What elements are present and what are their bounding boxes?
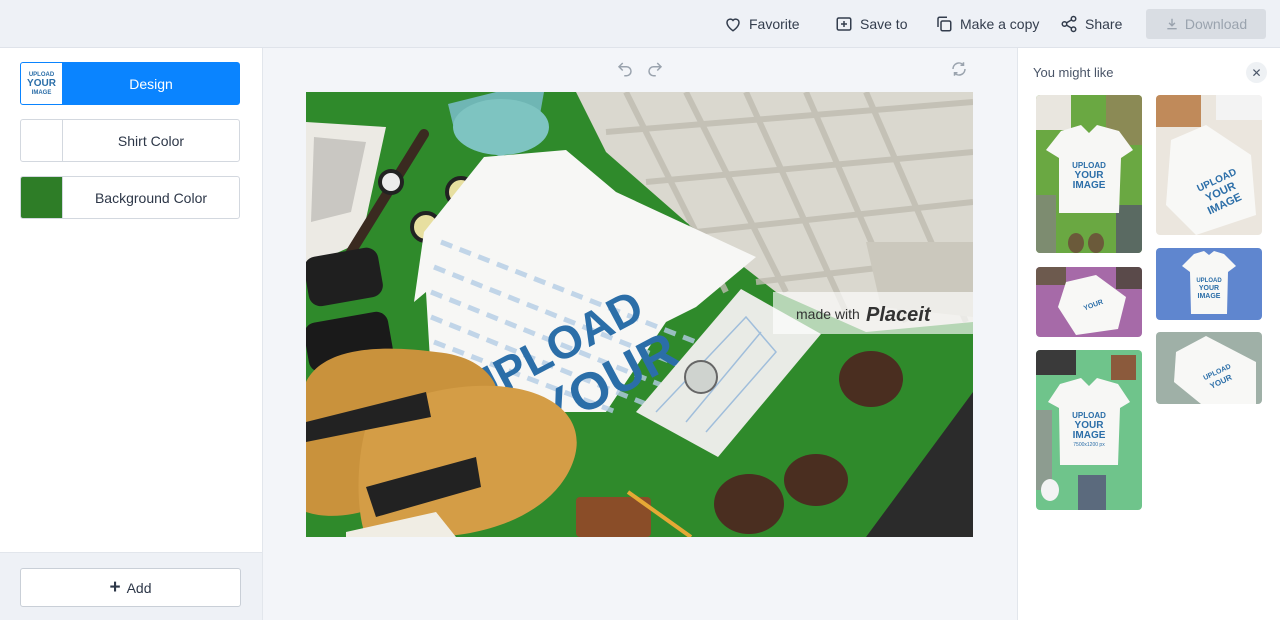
thumbnail-image: YOUR xyxy=(1036,267,1142,337)
add-button[interactable]: + Add xyxy=(20,568,241,607)
suggestion-thumbnail[interactable]: YOUR xyxy=(1036,267,1142,337)
suggestion-thumbnail[interactable]: UPLOAD YOUR IMAGE xyxy=(1156,248,1262,320)
thumb-text: IMAGE xyxy=(1073,430,1106,441)
suggestion-thumbnail[interactable]: UPLOAD YOUR IMAGE xyxy=(1036,95,1142,253)
favorite-button[interactable]: Favorite xyxy=(724,12,800,36)
thumb-text: IMAGE xyxy=(1073,180,1106,191)
shirt-color-swatch xyxy=(21,120,63,161)
thumb-text: YOUR xyxy=(1199,285,1219,292)
suggestion-thumbnail[interactable]: UPLOAD YOUR IMAGE 7500x1200 px xyxy=(1036,350,1142,510)
design-swatch: UPLOAD YOUR IMAGE xyxy=(21,63,63,104)
share-icon xyxy=(1061,15,1077,33)
thumb-text: UPLOAD xyxy=(1072,161,1106,170)
shirt-color-option[interactable]: Shirt Color xyxy=(20,119,240,162)
download-icon xyxy=(1167,18,1177,30)
sidebar-footer: + Add xyxy=(0,552,262,620)
share-label: Share xyxy=(1085,16,1123,32)
watermark-prefix: made with xyxy=(796,306,860,322)
save-to-button[interactable]: Save to xyxy=(835,12,907,36)
add-label: Add xyxy=(126,579,152,596)
thumb-text: UPLOAD xyxy=(1072,411,1106,420)
background-color-option[interactable]: Background Color xyxy=(20,176,240,219)
save-to-label: Save to xyxy=(860,16,908,32)
add-folder-icon xyxy=(836,17,852,31)
share-button[interactable]: Share xyxy=(1060,12,1122,36)
shirt-color-label: Shirt Color xyxy=(117,132,185,149)
thumb-text: IMAGE xyxy=(1198,293,1221,300)
thumbnail-image: UPLOAD YOUR IMAGE xyxy=(1036,95,1142,253)
thumbnail-image: UPLOAD YOUR IMAGE xyxy=(1156,95,1262,235)
logo-line-3: IMAGE xyxy=(31,89,52,96)
background-color-swatch xyxy=(21,177,63,218)
make-a-copy-button[interactable]: Make a copy xyxy=(935,12,1039,36)
leather-wallet xyxy=(576,497,651,537)
design-option-label: Design xyxy=(129,75,173,92)
placeit-watermark: made with Placeit xyxy=(773,292,973,334)
recommendations-panel: You might like ✕ UPLOAD YOUR IMAGE UPLOA… xyxy=(1017,48,1280,620)
thumbnail-image: UPLOAD YOUR IMAGE 7500x1200 px xyxy=(1036,350,1142,510)
suggestion-thumbnail[interactable]: UPLOAD YOUR IMAGE xyxy=(1156,95,1262,235)
upload-your-image-logo: UPLOAD YOUR IMAGE xyxy=(27,71,56,97)
panel-title: You might like xyxy=(1033,65,1114,80)
copy-icon xyxy=(937,16,952,32)
favorite-label: Favorite xyxy=(749,16,800,32)
download-button[interactable]: Download xyxy=(1146,9,1266,39)
make-a-copy-label: Make a copy xyxy=(960,16,1040,32)
redo-icon[interactable] xyxy=(646,60,664,78)
flat-lay-scene: UPLOAD YOUR made with Placeit xyxy=(306,92,973,537)
tshirt-mockup-image[interactable]: UPLOAD YOUR made with Placeit xyxy=(306,92,973,537)
logo-line-2: YOUR xyxy=(27,77,56,89)
design-option[interactable]: UPLOAD YOUR IMAGE Design xyxy=(20,62,240,105)
thumb-text: 7500x1200 px xyxy=(1073,442,1105,448)
suggestion-thumbnail[interactable]: UPLOAD YOUR xyxy=(1156,332,1262,404)
refresh-icon[interactable] xyxy=(950,60,968,78)
background-color-label: Background Color xyxy=(94,189,208,206)
undo-icon[interactable] xyxy=(616,60,634,78)
download-label: Download xyxy=(1184,16,1248,32)
customize-sidebar: UPLOAD YOUR IMAGE Design Shirt Color Bac… xyxy=(0,48,263,620)
plus-icon: + xyxy=(109,576,121,598)
watermark-brand: Placeit xyxy=(866,304,932,326)
top-toolbar: Favorite Save to Make a copy Share Downl… xyxy=(0,0,1280,48)
mockup-canvas: UPLOAD YOUR made with Placeit xyxy=(263,48,1017,620)
thumb-text: UPLOAD xyxy=(1196,278,1222,284)
thumbnail-image: UPLOAD YOUR IMAGE xyxy=(1156,248,1262,320)
heart-icon xyxy=(726,18,740,32)
thumbnail-image: UPLOAD YOUR xyxy=(1156,332,1262,404)
close-icon[interactable]: ✕ xyxy=(1246,62,1267,83)
